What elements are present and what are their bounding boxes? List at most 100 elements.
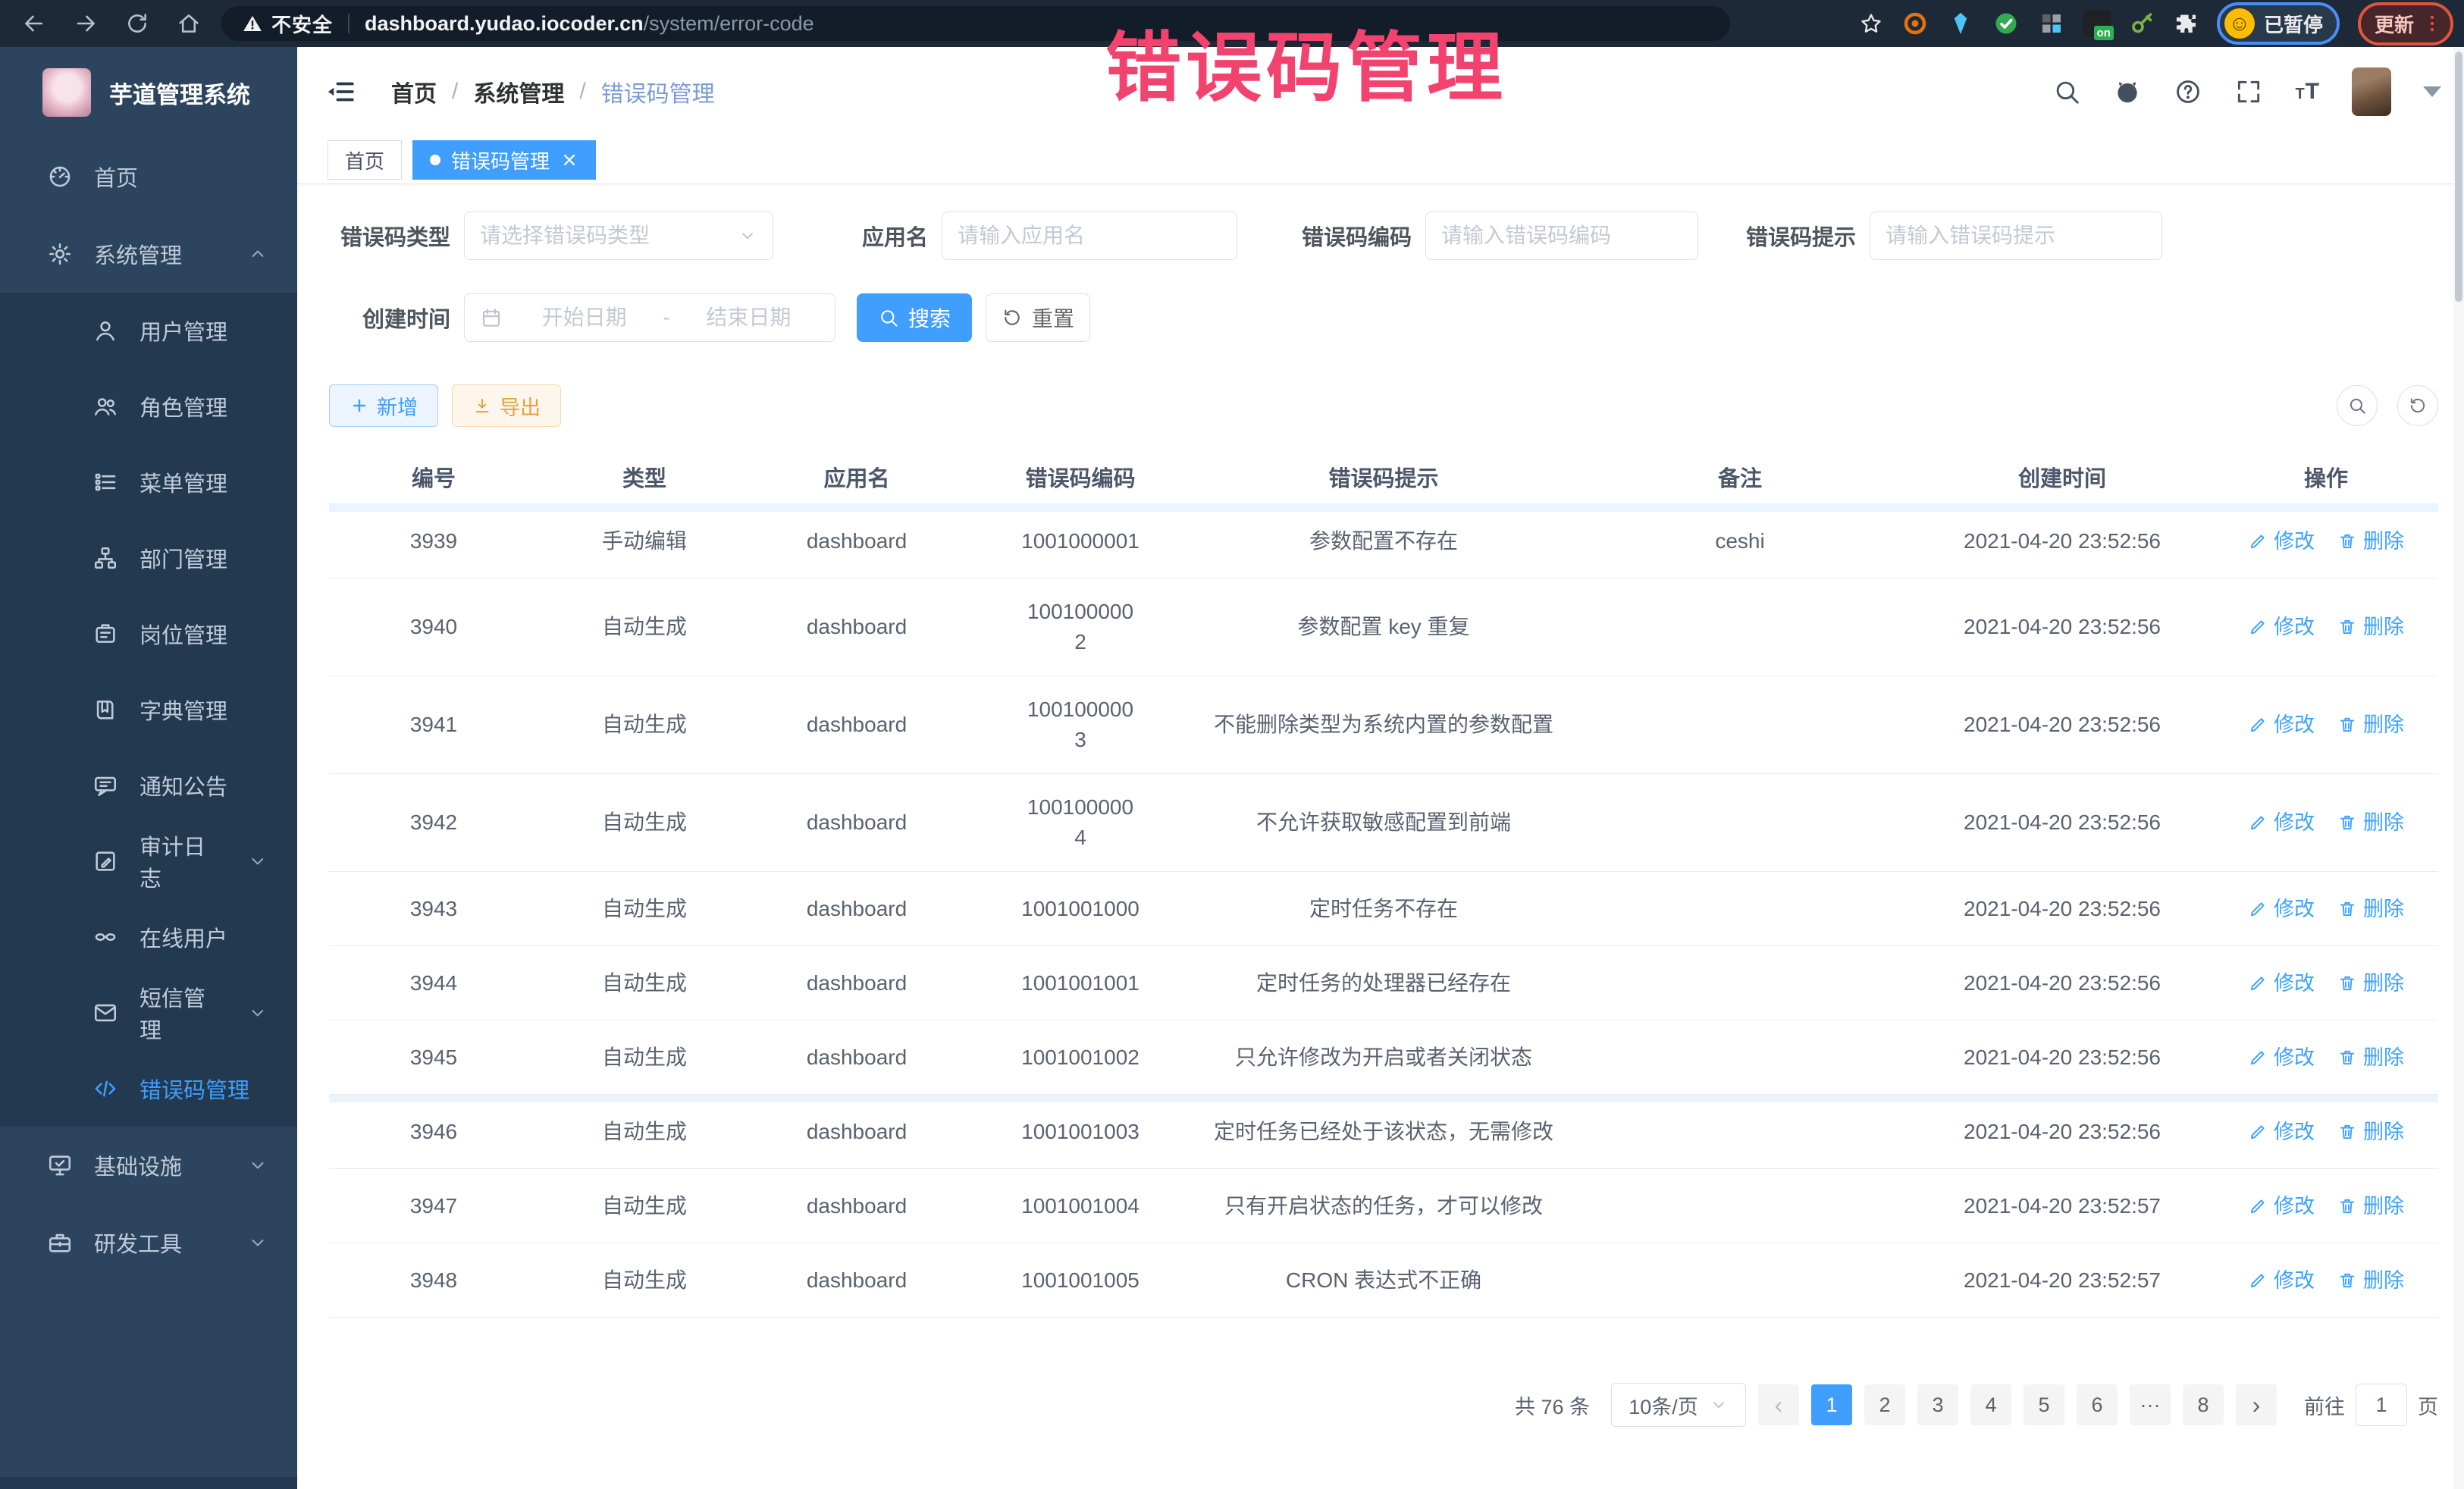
fullscreen-icon[interactable] — [2234, 77, 2263, 106]
address-bar[interactable]: 不安全 dashboard.yudao.iocoder.cn/system/er… — [221, 6, 1730, 41]
edit-button[interactable]: 修改 — [2248, 526, 2315, 556]
edit-button[interactable]: 修改 — [2248, 1191, 2315, 1221]
delete-button[interactable]: 删除 — [2337, 710, 2404, 740]
delete-button[interactable]: 删除 — [2337, 1042, 2404, 1073]
delete-button[interactable]: 删除 — [2337, 612, 2404, 642]
page-button-3[interactable]: 3 — [1917, 1384, 1958, 1425]
search-button[interactable]: 搜索 — [857, 293, 972, 342]
breadcrumb-home[interactable]: 首页 — [391, 75, 437, 108]
reload-icon[interactable] — [124, 11, 150, 36]
page-button-2[interactable]: 2 — [1864, 1384, 1905, 1425]
reset-button[interactable]: 重置 — [986, 293, 1090, 342]
browser-profile-chip[interactable]: ☺ 已暂停 — [2217, 2, 2340, 45]
delete-button[interactable]: 删除 — [2337, 968, 2404, 998]
sidebar-item-2[interactable]: 用户管理 — [0, 293, 297, 368]
edit-button[interactable]: 修改 — [2248, 1042, 2315, 1073]
scrollbar-thumb[interactable] — [2455, 52, 2462, 302]
sidebar-item-13[interactable]: 基础设施 — [0, 1127, 297, 1204]
delete-button[interactable]: 删除 — [2337, 1117, 2404, 1147]
goto-page-input[interactable] — [2356, 1384, 2407, 1426]
page-button-···[interactable]: ··· — [2130, 1384, 2171, 1425]
extensions-puzzle-icon[interactable] — [2174, 11, 2199, 36]
extension-onepass-icon[interactable]: on — [2083, 10, 2111, 37]
error-hint-field[interactable] — [1870, 212, 2162, 260]
home-icon[interactable] — [176, 11, 202, 36]
forward-icon[interactable] — [73, 11, 99, 36]
page-button-5[interactable]: 5 — [2024, 1384, 2064, 1425]
delete-button[interactable]: 删除 — [2337, 1191, 2404, 1221]
delete-button[interactable]: 删除 — [2337, 526, 2404, 556]
error-code-field[interactable] — [1425, 212, 1698, 260]
page-button-1[interactable]: 1 — [1811, 1384, 1852, 1425]
browser-menu-icon[interactable] — [2422, 13, 2443, 34]
tab-error-code[interactable]: 错误码管理 — [412, 140, 596, 180]
sidebar-item-8[interactable]: 通知公告 — [0, 748, 297, 823]
user-avatar[interactable] — [2352, 67, 2391, 116]
help-icon[interactable] — [2174, 77, 2202, 106]
sidebar-item-6[interactable]: 岗位管理 — [0, 596, 297, 672]
github-icon[interactable] — [2113, 77, 2142, 106]
edit-button[interactable]: 修改 — [2248, 1265, 2315, 1296]
extension-check-circle-icon[interactable] — [1992, 10, 2020, 37]
page-scrollbar[interactable] — [2453, 47, 2464, 1489]
header-search-icon[interactable] — [2052, 77, 2081, 106]
delete-button[interactable]: 删除 — [2337, 807, 2404, 838]
edit-button[interactable]: 修改 — [2248, 710, 2315, 740]
edit-button[interactable]: 修改 — [2248, 807, 2315, 838]
app-name-input[interactable] — [958, 224, 1221, 248]
extension-key-icon[interactable] — [2129, 10, 2156, 37]
user-menu-caret-icon[interactable] — [2423, 86, 2441, 97]
page-button-8[interactable]: 8 — [2183, 1384, 2224, 1425]
error-type-select-input[interactable] — [480, 224, 738, 248]
delete-button[interactable]: 删除 — [2337, 1265, 2404, 1296]
error-hint-input[interactable] — [1886, 224, 2146, 248]
app-logo[interactable]: 芋道管理系统 — [0, 47, 297, 138]
page-button-6[interactable]: 6 — [2077, 1384, 2118, 1425]
browser-update-button[interactable]: 更新 — [2358, 2, 2453, 45]
tab-home[interactable]: 首页 — [328, 140, 402, 180]
sidebar-item-14[interactable]: 研发工具 — [0, 1204, 297, 1281]
row-actions: 修改删除 — [2214, 1265, 2438, 1296]
back-icon[interactable] — [21, 11, 47, 36]
cell-created: 2021-04-20 23:52:56 — [1911, 1117, 2214, 1147]
error-type-select[interactable] — [464, 212, 773, 260]
start-date-input[interactable] — [513, 306, 655, 330]
date-range-picker[interactable]: - — [464, 293, 835, 342]
sidebar-collapse-icon[interactable] — [324, 76, 356, 108]
add-button[interactable]: 新增 — [329, 384, 438, 427]
export-button[interactable]: 导出 — [452, 384, 561, 427]
breadcrumb-system[interactable]: 系统管理 — [473, 75, 564, 108]
edit-button[interactable]: 修改 — [2248, 894, 2315, 924]
extension-gem-icon[interactable] — [1947, 10, 1974, 37]
extension-grid-icon[interactable] — [2038, 10, 2065, 37]
page-button-4[interactable]: 4 — [1970, 1384, 2011, 1425]
edit-button[interactable]: 修改 — [2248, 968, 2315, 998]
sidebar-item-1[interactable]: 系统管理 — [0, 215, 297, 293]
bookmark-star-icon[interactable] — [1859, 11, 1883, 36]
audit-icon — [92, 848, 118, 874]
font-size-icon[interactable]: TT — [2295, 79, 2320, 105]
sidebar-item-7[interactable]: 字典管理 — [0, 672, 297, 748]
trash-icon — [2337, 617, 2357, 637]
sidebar-item-11[interactable]: 短信管理 — [0, 975, 297, 1051]
sidebar-item-3[interactable]: 角色管理 — [0, 368, 297, 444]
next-page-button[interactable]: › — [2236, 1384, 2277, 1425]
app-name-field[interactable] — [942, 212, 1237, 260]
delete-button[interactable]: 删除 — [2337, 894, 2404, 924]
sidebar-item-4[interactable]: 菜单管理 — [0, 444, 297, 520]
error-code-input[interactable] — [1441, 224, 1682, 248]
end-date-input[interactable] — [678, 306, 820, 330]
tab-close-icon[interactable] — [560, 151, 578, 169]
extension-target-icon[interactable] — [1901, 10, 1929, 37]
prev-page-button[interactable]: ‹ — [1758, 1384, 1799, 1425]
refresh-table-button[interactable] — [2397, 385, 2438, 426]
toggle-search-button[interactable] — [2337, 385, 2378, 426]
edit-button[interactable]: 修改 — [2248, 612, 2315, 642]
sidebar-item-5[interactable]: 部门管理 — [0, 520, 297, 596]
page-size-select[interactable]: 10条/页 — [1611, 1383, 1746, 1427]
edit-button[interactable]: 修改 — [2248, 1117, 2315, 1147]
sidebar-item-0[interactable]: 首页 — [0, 138, 297, 215]
sidebar-item-12[interactable]: 错误码管理 — [0, 1051, 297, 1127]
sidebar-item-10[interactable]: 在线用户 — [0, 899, 297, 975]
sidebar-item-9[interactable]: 审计日志 — [0, 823, 297, 899]
